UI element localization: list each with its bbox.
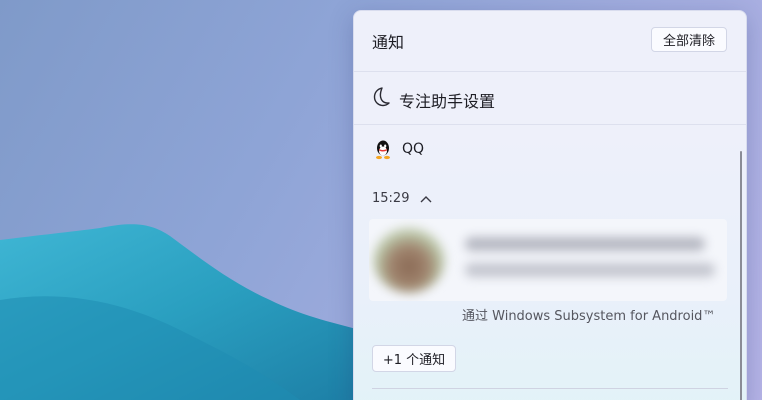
moon-icon (373, 87, 390, 107)
notification-center-title: 通知 (372, 33, 405, 52)
divider (372, 388, 728, 389)
notification-thumbnail (373, 227, 445, 293)
focus-assist-settings-link[interactable]: 专注助手设置 (354, 71, 746, 125)
notification-time: 15:29 (372, 191, 410, 206)
focus-assist-label: 专注助手设置 (399, 92, 496, 111)
app-name: QQ (402, 141, 425, 157)
clear-all-button[interactable]: 全部清除 (651, 27, 727, 52)
notification-center-panel: 通知 全部清除 专注助手设置 QQ 15:29 通过 Windows Subsy… (353, 10, 747, 400)
notification-list: QQ 15:29 通过 Windows Subsystem for Androi… (354, 125, 746, 400)
notification-source: 通过 Windows Subsystem for Android™ (462, 309, 716, 324)
more-notifications-button[interactable]: +1 个通知 (372, 345, 456, 372)
qq-penguin-icon (376, 140, 390, 160)
blurred-notification-body (465, 263, 715, 277)
chevron-up-icon[interactable] (419, 193, 433, 205)
notification-center-header: 通知 全部清除 (354, 11, 746, 71)
blurred-notification-title (465, 237, 705, 251)
notification-card[interactable] (369, 219, 727, 301)
scrollbar[interactable] (740, 151, 742, 400)
